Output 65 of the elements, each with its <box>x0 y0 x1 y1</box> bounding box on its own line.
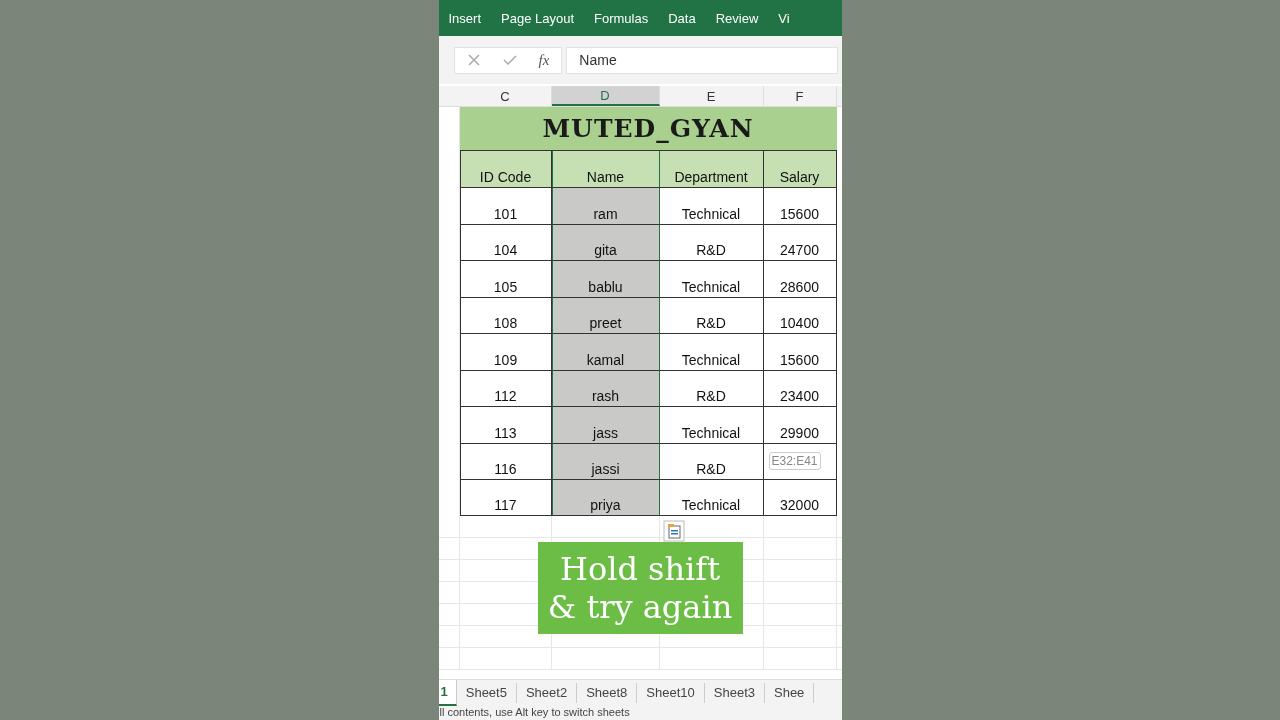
table-cell: 10400 <box>763 296 837 333</box>
table-cell: Technical <box>659 333 764 370</box>
sheet-tab[interactable]: Sheet2 <box>516 683 578 703</box>
table-cell: 15600 <box>763 187 837 224</box>
table-cell: kamal <box>551 333 660 370</box>
table-cell: jassi <box>551 442 660 479</box>
table-cell: gita <box>551 223 660 260</box>
table-cell: jass <box>551 406 660 443</box>
formula-field[interactable]: Name <box>566 46 838 74</box>
table-cell: 23400 <box>763 369 837 406</box>
table-cell: 116 <box>459 442 552 479</box>
table-cell: 29900 <box>763 406 837 443</box>
checkmark-icon[interactable] <box>502 53 517 67</box>
status-text: ll contents, use Alt key to switch sheets <box>438 706 842 720</box>
table-cell: 28600 <box>763 260 837 297</box>
ribbon-tab[interactable]: Insert <box>438 10 491 26</box>
table-cell: 104 <box>459 223 552 260</box>
table-cell: R&D <box>659 296 764 333</box>
table-cell: 24700 <box>763 223 837 260</box>
table-cell: 108 <box>459 296 552 333</box>
table-cell: bablu <box>551 260 660 297</box>
column-header[interactable]: E <box>659 86 764 106</box>
close-icon[interactable] <box>466 53 481 67</box>
ribbon-tab[interactable]: Vi <box>768 10 800 26</box>
table-cell: priya <box>551 479 660 516</box>
column-header[interactable]: F <box>763 86 837 106</box>
sheet-title: MUTED_GYAN <box>459 107 837 150</box>
ribbon-tab[interactable]: Formulas <box>584 10 659 26</box>
table-cell: 15600 <box>763 333 837 370</box>
table-cell: ram <box>551 187 660 224</box>
header-cell: Name <box>551 150 660 187</box>
table-cell: R&D <box>659 369 764 406</box>
table-cell: rash <box>551 369 660 406</box>
range-tooltip: E32:E41 <box>768 451 821 470</box>
ribbon-tab[interactable]: Data <box>658 10 706 26</box>
table-cell: 117 <box>459 479 552 516</box>
column-header[interactable]: D <box>551 86 660 106</box>
table-cell: 109 <box>459 333 552 370</box>
column-header[interactable]: C <box>459 86 552 106</box>
table-cell: Technical <box>659 187 764 224</box>
ribbon-tab[interactable]: Review <box>705 10 769 26</box>
table-cell: 113 <box>459 406 552 443</box>
paste-options-icon[interactable] <box>662 520 685 542</box>
table-cell: preet <box>551 296 660 333</box>
sheet-tab[interactable]: Sheet5 <box>456 683 517 703</box>
table-cell: 112 <box>459 369 552 406</box>
ribbon-tab[interactable]: Page Layout <box>491 10 585 26</box>
table-cell: R&D <box>659 442 764 479</box>
sheet-tab[interactable]: Shee <box>765 683 815 703</box>
sheet-tab[interactable]: 1 <box>438 680 457 706</box>
table-cell: Technical <box>659 479 764 516</box>
header-cell: Department <box>659 150 764 187</box>
table-cell: 101 <box>459 187 552 224</box>
sheet-tab[interactable]: Sheet3 <box>704 683 765 703</box>
table-cell: Technical <box>659 406 764 443</box>
sheet-tab[interactable]: Sheet8 <box>577 683 638 703</box>
table-cell: Technical <box>659 260 764 297</box>
header-cell: ID Code <box>459 150 552 187</box>
caption-text: Hold shift & try again <box>537 542 743 634</box>
table-cell: 105 <box>459 260 552 297</box>
table-cell: R&D <box>659 223 764 260</box>
sheet-tab[interactable]: Sheet10 <box>637 683 705 703</box>
function-button[interactable]: fx <box>538 51 550 69</box>
table-cell: 32000 <box>763 479 837 516</box>
header-cell: Salary <box>763 150 837 187</box>
